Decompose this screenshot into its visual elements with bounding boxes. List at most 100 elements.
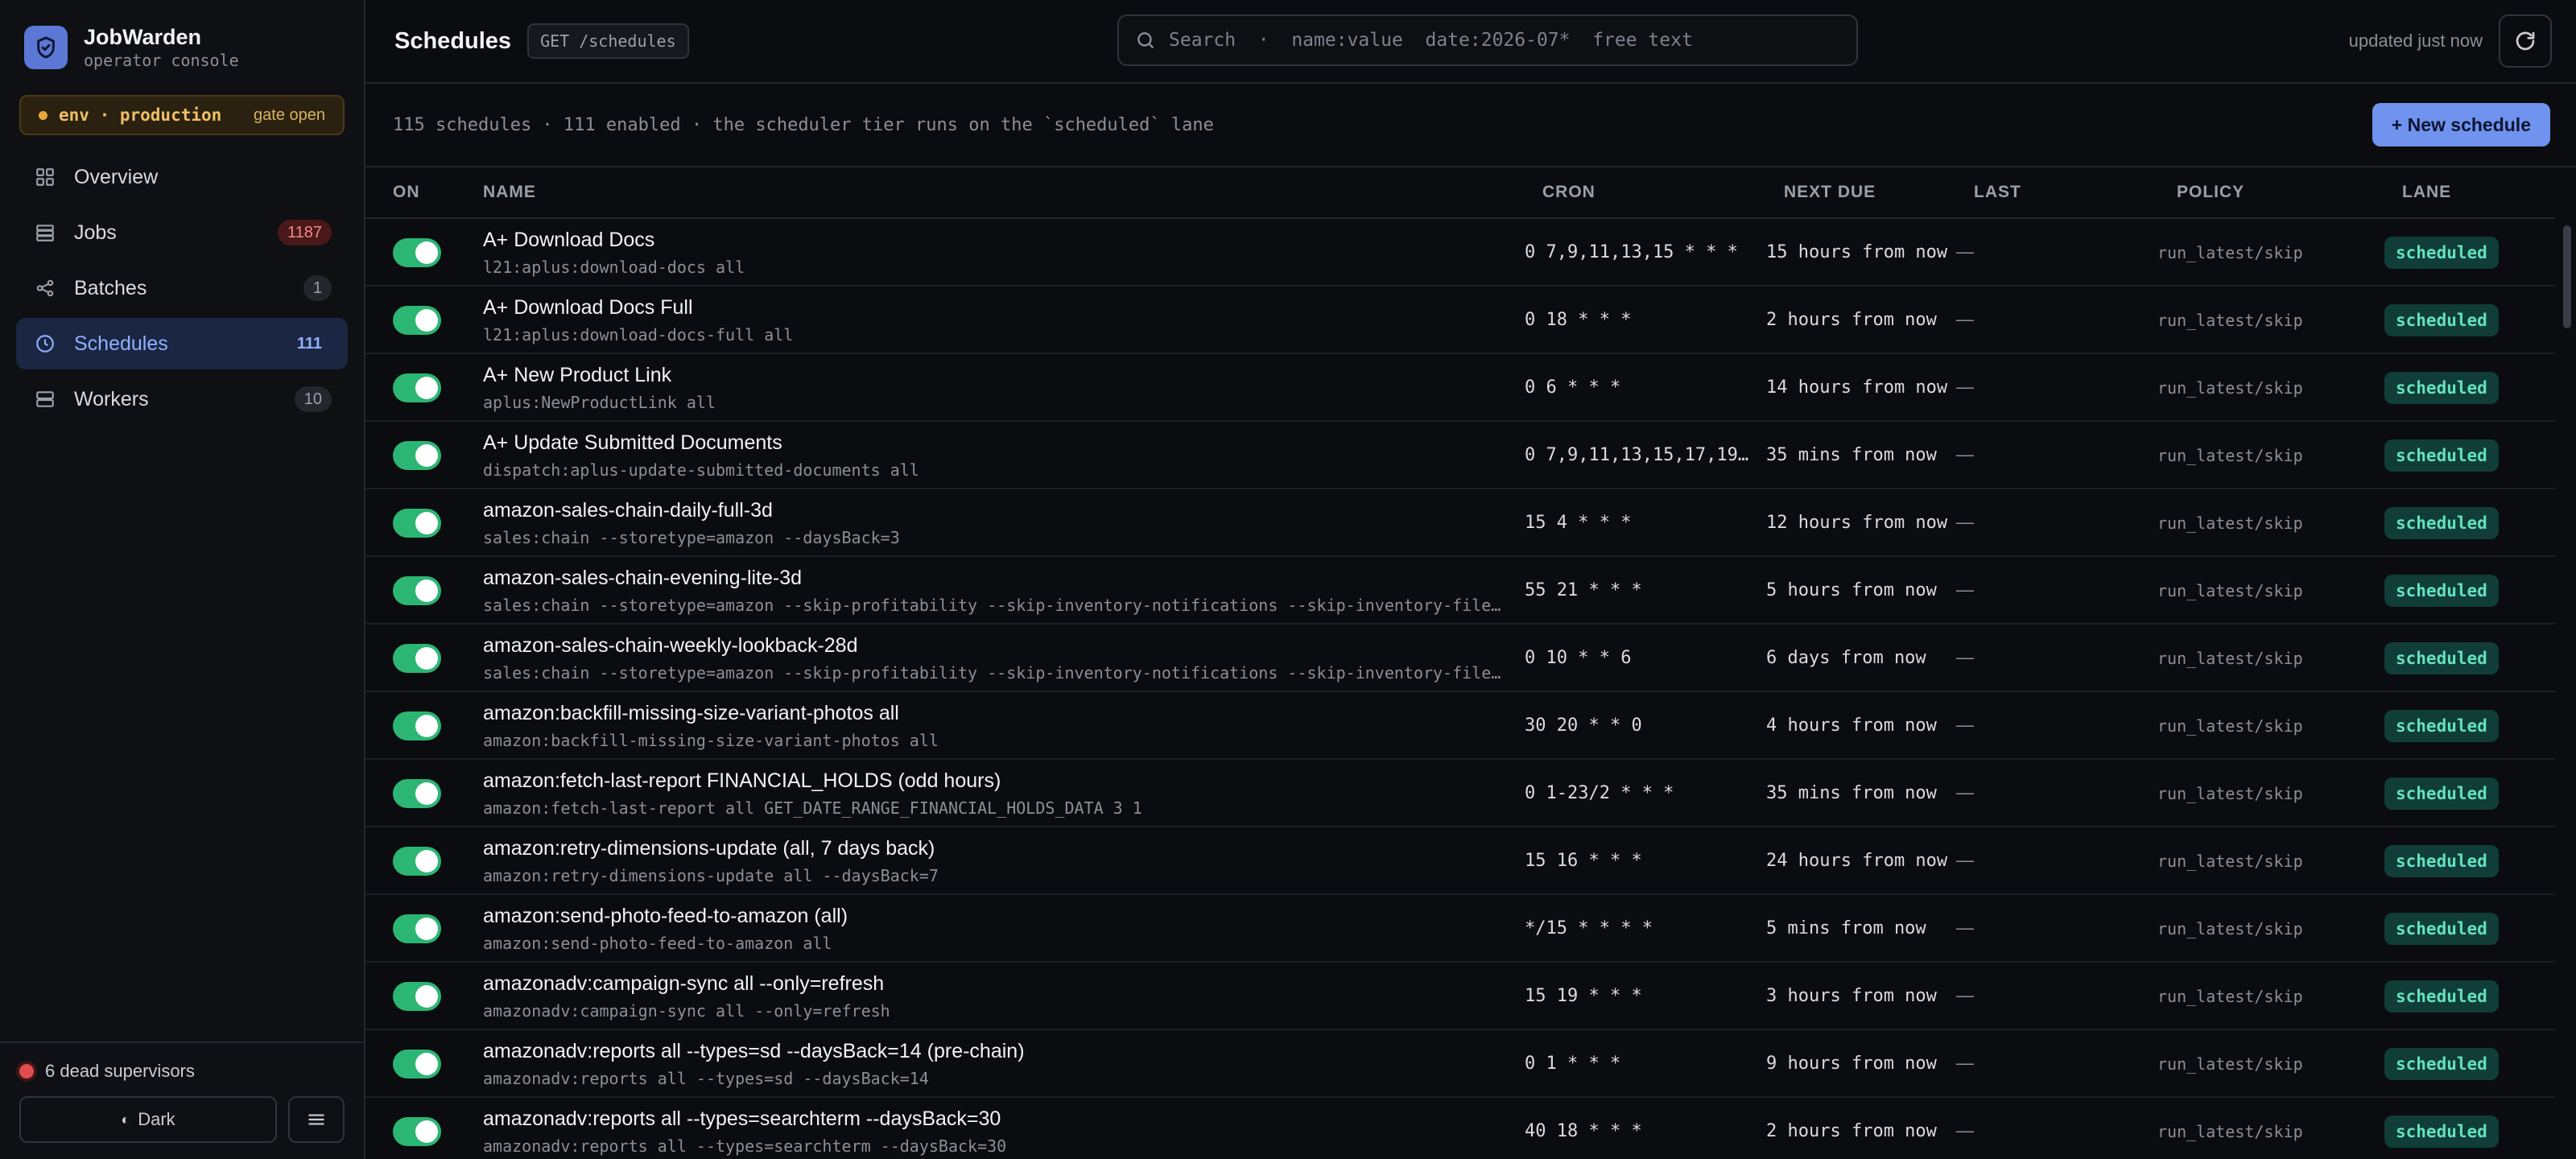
schedule-cron: 0 7,9,11,13,15 * * * [1525, 242, 1738, 262]
table-row[interactable]: amazonadv:reports all --types=searchterm… [365, 1098, 2555, 1159]
table-row[interactable]: amazon:backfill-missing-size-variant-pho… [365, 692, 2555, 760]
table-row[interactable]: amazonadv:campaign-sync all --only=refre… [365, 963, 2555, 1030]
column-header-last[interactable]: LAST [1974, 183, 2021, 202]
sidebar-item-jobs[interactable]: Jobs 1187 [16, 207, 348, 258]
refresh-button[interactable] [2499, 14, 2552, 68]
enabled-toggle[interactable] [393, 779, 441, 808]
new-schedule-button[interactable]: + New schedule [2372, 103, 2550, 146]
brand[interactable]: JobWarden operator console [0, 0, 364, 95]
topbar: Schedules GET /schedules updated just no… [365, 0, 2576, 84]
schedule-name[interactable]: amazon-sales-chain-daily-full-3d [483, 499, 1505, 522]
table-row[interactable]: amazon:fetch-last-report FINANCIAL_HOLDS… [365, 760, 2555, 827]
enabled-toggle[interactable] [393, 982, 441, 1011]
table-body: A+ Download Docs l21:aplus:download-docs… [365, 219, 2555, 1159]
schedule-name[interactable]: amazon:retry-dimensions-update (all, 7 d… [483, 837, 1505, 860]
schedule-name[interactable]: amazon:fetch-last-report FINANCIAL_HOLDS… [483, 769, 1505, 793]
table-row[interactable]: amazon:send-photo-feed-to-amazon (all) a… [365, 895, 2555, 963]
sidebar-item-overview[interactable]: Overview [16, 151, 348, 203]
schedule-cron: 0 10 * * 6 [1525, 648, 1632, 668]
schedule-policy: run_latest/skip [2157, 919, 2303, 938]
schedule-name[interactable]: amazon-sales-chain-weekly-lookback-28d [483, 634, 1505, 658]
schedule-name[interactable]: amazonadv:reports all --types=searchterm… [483, 1107, 1505, 1131]
schedule-next-due: 5 hours from now [1766, 580, 1937, 600]
schedule-next-due: 9 hours from now [1766, 1054, 1937, 1074]
lane-badge: scheduled [2384, 913, 2499, 945]
sidebar-item-batches[interactable]: Batches 1 [16, 262, 348, 314]
table-row[interactable]: amazonadv:reports all --types=sd --daysB… [365, 1030, 2555, 1098]
column-header-lane[interactable]: LANE [2402, 183, 2451, 202]
schedule-name[interactable]: amazon:send-photo-feed-to-amazon (all) [483, 905, 1505, 928]
search-input[interactable] [1169, 30, 1840, 51]
schedule-last-run: — [1956, 512, 1974, 532]
dead-supervisors-label: 6 dead supervisors [45, 1061, 195, 1081]
lane-badge: scheduled [2384, 372, 2499, 404]
search-box[interactable] [1117, 14, 1858, 66]
table-row[interactable]: amazon-sales-chain-daily-full-3d sales:c… [365, 489, 2555, 557]
enabled-toggle[interactable] [393, 644, 441, 673]
toggle-knob [415, 1053, 438, 1075]
enabled-toggle[interactable] [393, 914, 441, 943]
schedule-name[interactable]: A+ Download Docs Full [483, 296, 1505, 320]
schedule-cron: 30 20 * * 0 [1525, 716, 1642, 736]
schedule-name[interactable]: amazon:backfill-missing-size-variant-pho… [483, 702, 1505, 725]
sidebar-item-label: Jobs [74, 221, 117, 244]
toggle-knob [415, 918, 438, 940]
table-row[interactable]: A+ Download Docs Full l21:aplus:download… [365, 287, 2555, 354]
sidebar-item-label: Batches [74, 276, 147, 299]
schedule-last-run: — [1956, 241, 1974, 262]
dead-supervisors-indicator[interactable]: 6 dead supervisors [19, 1061, 345, 1082]
share-nodes-icon [32, 275, 58, 301]
clock-icon [32, 331, 58, 357]
menu-button[interactable] [288, 1096, 345, 1143]
enabled-toggle[interactable] [393, 441, 441, 470]
schedule-next-due: 4 hours from now [1766, 716, 1937, 736]
schedule-cron: 15 4 * * * [1525, 513, 1632, 533]
schedule-name[interactable]: A+ Update Submitted Documents [483, 431, 1505, 455]
sidebar-item-schedules[interactable]: Schedules 111 [16, 318, 348, 369]
table-row[interactable]: amazon:retry-dimensions-update (all, 7 d… [365, 827, 2555, 895]
enabled-toggle[interactable] [393, 576, 441, 605]
table-row[interactable]: A+ New Product Link aplus:NewProductLink… [365, 354, 2555, 422]
schedule-command: dispatch:aplus-update-submitted-document… [483, 460, 919, 480]
schedule-cron: */15 * * * * [1525, 918, 1653, 938]
jobs-count-badge: 1187 [277, 220, 332, 245]
column-header-name[interactable]: NAME [483, 183, 536, 202]
column-header-on[interactable]: ON [393, 183, 420, 202]
column-header-next-due[interactable]: NEXT DUE [1784, 183, 1876, 202]
schedule-name[interactable]: amazonadv:reports all --types=sd --daysB… [483, 1040, 1505, 1063]
column-header-policy[interactable]: POLICY [2177, 183, 2244, 202]
env-label: env · production [59, 105, 222, 125]
half-circle-icon: ◐ [121, 1111, 130, 1128]
updated-status: updated just now [2348, 31, 2483, 51]
enabled-toggle[interactable] [393, 306, 441, 335]
enabled-toggle[interactable] [393, 847, 441, 876]
table-row[interactable]: A+ Update Submitted Documents dispatch:a… [365, 422, 2555, 489]
schedule-name[interactable]: A+ New Product Link [483, 364, 1505, 387]
table-row[interactable]: amazon-sales-chain-evening-lite-3d sales… [365, 557, 2555, 625]
schedule-policy: run_latest/skip [2157, 378, 2303, 398]
enabled-toggle[interactable] [393, 1117, 441, 1146]
hamburger-icon [308, 1114, 324, 1125]
enabled-toggle[interactable] [393, 711, 441, 740]
table-row[interactable]: amazon-sales-chain-weekly-lookback-28d s… [365, 625, 2555, 692]
endpoint-badge: GET /schedules [527, 23, 689, 59]
enabled-toggle[interactable] [393, 373, 441, 402]
env-pill[interactable]: env · production gate open [19, 95, 345, 135]
enabled-toggle[interactable] [393, 509, 441, 538]
schedules-count-badge: 111 [296, 334, 322, 353]
theme-toggle-button[interactable]: ◐ Dark [19, 1096, 277, 1143]
schedule-command: amazonadv:campaign-sync all --only=refre… [483, 1001, 890, 1021]
schedule-cron: 15 16 * * * [1525, 851, 1642, 871]
schedule-next-due: 3 hours from now [1766, 986, 1937, 1006]
column-header-cron[interactable]: CRON [1542, 183, 1596, 202]
schedule-name[interactable]: amazon-sales-chain-evening-lite-3d [483, 567, 1505, 590]
enabled-toggle[interactable] [393, 1050, 441, 1079]
schedule-command: l21:aplus:download-docs-full all [483, 325, 794, 344]
schedule-name[interactable]: A+ Download Docs [483, 229, 1505, 252]
sidebar-item-workers[interactable]: Workers 10 [16, 373, 348, 425]
table-scrollbar[interactable] [2563, 225, 2571, 328]
schedule-policy: run_latest/skip [2157, 514, 2303, 533]
enabled-toggle[interactable] [393, 238, 441, 267]
schedule-name[interactable]: amazonadv:campaign-sync all --only=refre… [483, 972, 1505, 996]
table-row[interactable]: A+ Download Docs l21:aplus:download-docs… [365, 219, 2555, 287]
